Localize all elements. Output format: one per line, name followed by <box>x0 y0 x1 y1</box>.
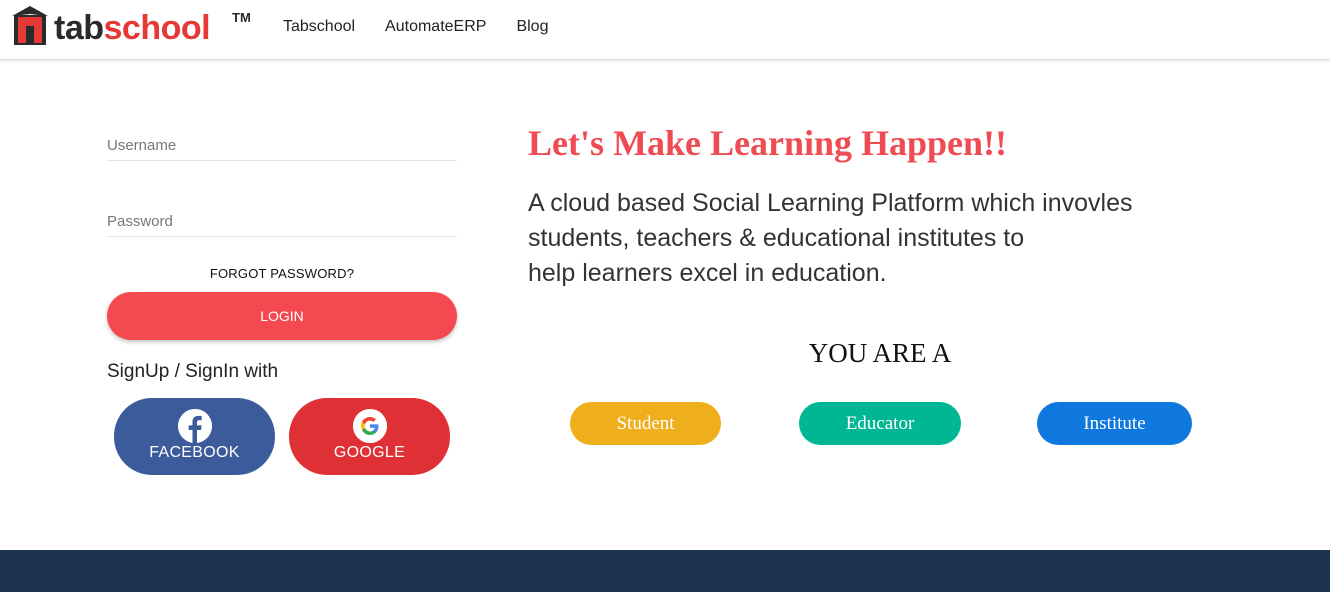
facebook-label: FACEBOOK <box>149 444 240 461</box>
logo-wordmark: tabschool <box>54 8 211 48</box>
footer-band <box>0 550 1330 592</box>
description-line: A cloud based Social Learning Platform w… <box>528 189 1133 217</box>
google-label: GOOGLE <box>333 444 406 461</box>
main-nav: Tabschool AutomateERP Blog <box>283 18 578 36</box>
hero-headline: Let's Make Learning Happen!! <box>528 123 1008 163</box>
username-field-wrapper <box>107 131 457 161</box>
nav-link-blog[interactable]: Blog <box>516 18 548 36</box>
username-input[interactable] <box>107 131 457 159</box>
tabschool-logo[interactable]: tabschool TM <box>10 4 255 48</box>
google-login-button[interactable]: GOOGLE <box>289 398 450 475</box>
you-are-a-heading: YOU ARE A <box>808 338 952 368</box>
google-icon <box>352 409 387 443</box>
facebook-login-button[interactable]: FACEBOOK <box>114 398 275 475</box>
forgot-password-link[interactable]: FORGOT PASSWORD? <box>107 266 457 281</box>
logo-school-text: school <box>103 9 211 47</box>
description-line: help learners excel in education. <box>528 259 887 287</box>
signup-signin-label: SignUp / SignIn with <box>107 361 279 382</box>
login-button[interactable]: LOGIN <box>107 292 457 340</box>
description-line: students, teachers & educational institu… <box>528 224 1025 252</box>
password-field-wrapper <box>107 207 457 237</box>
nav-link-tabschool[interactable]: Tabschool <box>283 18 355 36</box>
hero-description: A cloud based Social Learning Platform w… <box>528 186 1248 291</box>
facebook-icon <box>177 409 212 443</box>
nav-link-automateerp[interactable]: AutomateERP <box>385 18 486 36</box>
password-input[interactable] <box>107 207 457 235</box>
trademark-mark: TM <box>232 10 251 25</box>
educator-role-button[interactable]: Educator <box>799 402 961 445</box>
logo-tab-text: tab <box>54 9 104 47</box>
school-logo-icon <box>12 6 48 45</box>
student-role-button[interactable]: Student <box>570 402 721 445</box>
top-header: tabschool TM Tabschool AutomateERP Blog <box>0 0 1330 60</box>
institute-role-button[interactable]: Institute <box>1037 402 1192 445</box>
